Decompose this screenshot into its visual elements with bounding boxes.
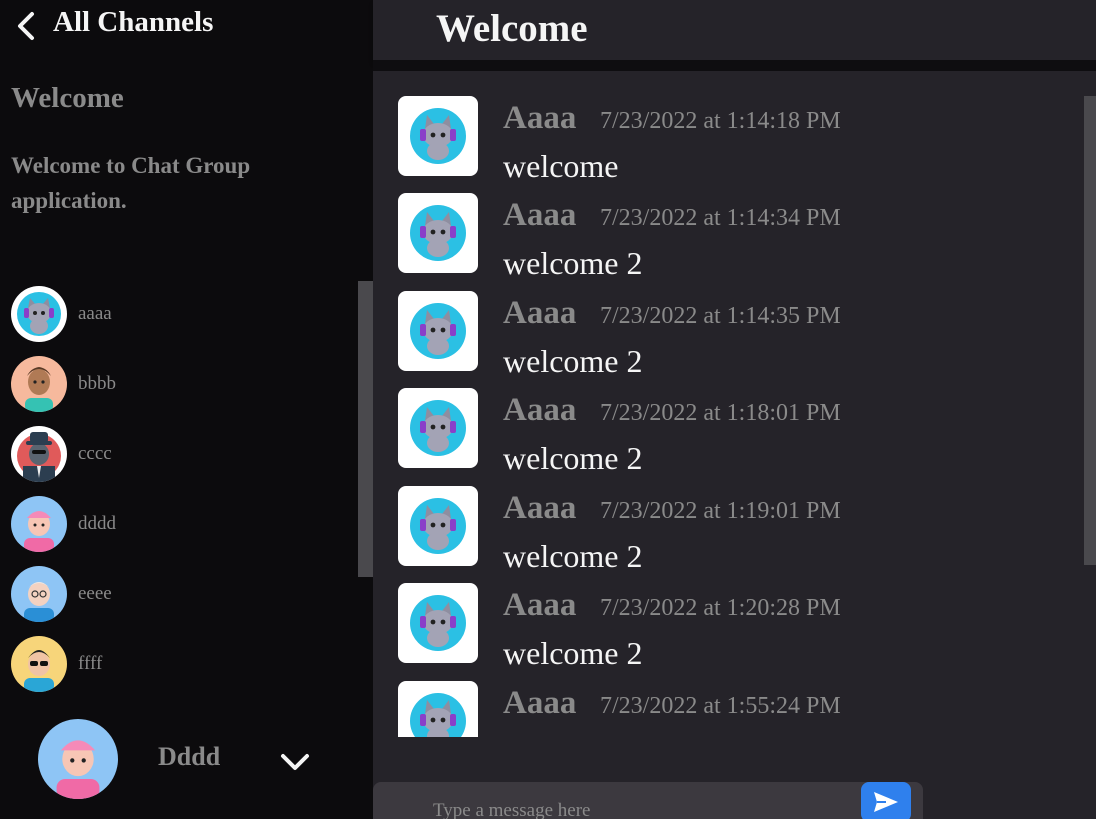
message-item: Aaaa 7/23/2022 at 1:14:34 PM welcome 2 bbox=[398, 193, 1058, 281]
message-timestamp: 7/23/2022 at 1:14:18 PM bbox=[600, 108, 841, 134]
message-timestamp: 7/23/2022 at 1:14:34 PM bbox=[600, 205, 841, 231]
spy-hat-avatar bbox=[11, 426, 67, 482]
cat-headphones-avatar bbox=[11, 286, 67, 342]
message-timestamp: 7/23/2022 at 1:19:01 PM bbox=[600, 498, 841, 524]
current-user-name: Dddd bbox=[158, 742, 221, 771]
message-input[interactable] bbox=[433, 798, 853, 819]
message-author: Aaaa bbox=[503, 197, 577, 233]
cat-headphones-avatar bbox=[398, 388, 478, 468]
send-icon bbox=[874, 792, 898, 812]
chevron-down-icon[interactable] bbox=[279, 750, 311, 774]
cat-headphones-avatar bbox=[398, 291, 478, 371]
channel-name: Welcome bbox=[11, 82, 124, 114]
message-timestamp: 7/23/2022 at 1:14:35 PM bbox=[600, 303, 841, 329]
member-item[interactable]: cccc bbox=[11, 426, 341, 482]
man-curly-avatar bbox=[11, 356, 67, 412]
message-composer bbox=[373, 782, 923, 819]
cat-headphones-avatar bbox=[398, 486, 478, 566]
cat-headphones-avatar bbox=[398, 96, 478, 176]
member-item[interactable]: dddd bbox=[11, 496, 341, 552]
sidebar-scrollbar[interactable] bbox=[358, 281, 373, 577]
message-item: Aaaa 7/23/2022 at 1:14:18 PM welcome bbox=[398, 96, 1058, 184]
member-item[interactable]: ffff bbox=[11, 636, 341, 692]
current-user-panel: Dddd bbox=[0, 706, 373, 819]
message-author: Aaaa bbox=[503, 100, 577, 136]
page-title: Welcome bbox=[436, 7, 588, 50]
sidebar: All Channels Welcome Welcome to Chat Gro… bbox=[0, 0, 373, 819]
channel-description: Welcome to Chat Group application. bbox=[11, 153, 251, 213]
message-list: Aaaa 7/23/2022 at 1:14:18 PM welcome Aaa… bbox=[373, 96, 1084, 737]
message-text: welcome 2 bbox=[503, 635, 643, 671]
message-item: Aaaa 7/23/2022 at 1:20:28 PM welcome 2 bbox=[398, 583, 1058, 671]
message-item: Aaaa 7/23/2022 at 1:19:01 PM welcome 2 bbox=[398, 486, 1058, 574]
member-item[interactable]: bbbb bbox=[11, 356, 341, 412]
cat-headphones-avatar bbox=[398, 583, 478, 663]
member-name: dddd bbox=[78, 513, 116, 534]
divider bbox=[373, 60, 1096, 71]
message-timestamp: 7/23/2022 at 1:18:01 PM bbox=[600, 400, 841, 426]
member-name: ffff bbox=[78, 653, 103, 674]
message-item: Aaaa 7/23/2022 at 1:55:24 PM bbox=[398, 681, 1058, 737]
sunglasses-avatar bbox=[11, 636, 67, 692]
message-author: Aaaa bbox=[503, 587, 577, 623]
cat-headphones-avatar bbox=[398, 681, 478, 737]
chevron-left-icon[interactable] bbox=[14, 11, 38, 41]
pink-cap-avatar bbox=[38, 719, 118, 799]
member-name: bbbb bbox=[78, 373, 116, 394]
message-author: Aaaa bbox=[503, 685, 577, 721]
message-text: welcome 2 bbox=[503, 245, 643, 281]
message-author: Aaaa bbox=[503, 490, 577, 526]
message-scrollbar[interactable] bbox=[1084, 96, 1096, 565]
message-text: welcome 2 bbox=[503, 343, 643, 379]
member-name: aaaa bbox=[78, 303, 112, 324]
message-text: welcome bbox=[503, 148, 619, 184]
member-item[interactable]: aaaa bbox=[11, 286, 341, 342]
chat-main: Welcome Aaaa 7/23/2022 at 1:14:18 PM wel… bbox=[373, 0, 1096, 819]
cat-headphones-avatar bbox=[398, 193, 478, 273]
member-name: eeee bbox=[78, 583, 112, 604]
message-author: Aaaa bbox=[503, 392, 577, 428]
message-timestamp: 7/23/2022 at 1:55:24 PM bbox=[600, 693, 841, 719]
all-channels-link[interactable]: All Channels bbox=[53, 6, 213, 39]
message-timestamp: 7/23/2022 at 1:20:28 PM bbox=[600, 595, 841, 621]
message-item: Aaaa 7/23/2022 at 1:18:01 PM welcome 2 bbox=[398, 388, 1058, 476]
message-author: Aaaa bbox=[503, 295, 577, 331]
sidebar-header: All Channels bbox=[0, 0, 373, 52]
send-button[interactable] bbox=[861, 782, 911, 819]
old-man-glasses-avatar bbox=[11, 566, 67, 622]
message-text: welcome 2 bbox=[503, 538, 643, 574]
member-name: cccc bbox=[78, 443, 112, 464]
member-list: aaaa bbbb cccc dddd eeee ffff bbox=[0, 286, 355, 706]
chat-topbar: Welcome bbox=[373, 0, 1096, 60]
pink-cap-avatar bbox=[11, 496, 67, 552]
message-text: welcome 2 bbox=[503, 440, 643, 476]
member-item[interactable]: eeee bbox=[11, 566, 341, 622]
message-item: Aaaa 7/23/2022 at 1:14:35 PM welcome 2 bbox=[398, 291, 1058, 379]
